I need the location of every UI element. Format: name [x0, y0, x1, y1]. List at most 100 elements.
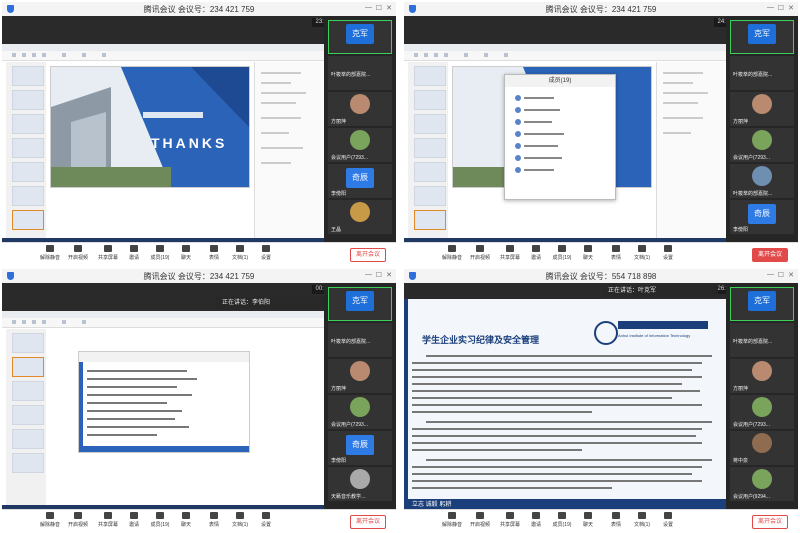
- participant-tile[interactable]: 克军: [328, 20, 392, 54]
- leave-meeting-button[interactable]: 离开会议: [350, 248, 386, 262]
- settings-button[interactable]: 设置: [656, 245, 680, 264]
- unmute-button[interactable]: 解除静音: [440, 245, 464, 264]
- camera-off-icon: [74, 245, 82, 252]
- speaking-indicator: 正在讲话：李伯阳: [216, 297, 332, 309]
- participant-tile[interactable]: 叶筱萃的部嘉院...: [328, 323, 392, 357]
- documents-button[interactable]: 文档(1): [630, 245, 654, 264]
- settings-button[interactable]: 设置: [254, 512, 278, 531]
- participant-name: 天籁音乐教学...: [331, 494, 366, 500]
- chat-button[interactable]: 聊天: [576, 512, 600, 531]
- start-video-button[interactable]: 开启视频: [468, 512, 492, 531]
- invite-button[interactable]: 邀请: [524, 245, 548, 264]
- settings-button[interactable]: 设置: [254, 245, 278, 264]
- unmute-button[interactable]: 解除静音: [38, 245, 62, 264]
- participant-tile[interactable]: 会议用户(7293...: [730, 128, 794, 162]
- start-video-button[interactable]: 开启视频: [468, 245, 492, 264]
- participant-tile[interactable]: 蒋中泉: [730, 431, 794, 465]
- member-row[interactable]: [515, 167, 554, 175]
- close-icon[interactable]: ✕: [386, 271, 392, 279]
- member-row[interactable]: [515, 155, 562, 163]
- participant-tile[interactable]: 会议用户(7293...: [328, 395, 392, 429]
- emoji-button[interactable]: 表情: [604, 245, 628, 264]
- settings-button[interactable]: 设置: [656, 512, 680, 531]
- leave-meeting-button[interactable]: 离开会议: [752, 248, 788, 262]
- documents-button[interactable]: 文档(1): [630, 512, 654, 531]
- close-icon[interactable]: ✕: [386, 4, 392, 12]
- chat-button[interactable]: 聊天: [174, 245, 198, 264]
- share-screen-button[interactable]: 共享屏幕: [498, 512, 522, 531]
- member-row[interactable]: [515, 131, 564, 139]
- member-row[interactable]: [515, 107, 560, 115]
- participant-tile[interactable]: 奇辰 李傍阳: [328, 431, 392, 465]
- participant-tile[interactable]: 方丽萍: [730, 359, 794, 393]
- invite-button[interactable]: 邀请: [524, 512, 548, 531]
- maximize-icon[interactable]: ☐: [376, 4, 382, 12]
- participant-tile[interactable]: 克军: [328, 287, 392, 321]
- unmute-button[interactable]: 解除静音: [38, 512, 62, 531]
- participant-tile[interactable]: 方丽萍: [730, 92, 794, 126]
- participant-tile[interactable]: 会议用户(7293...: [730, 395, 794, 429]
- members-button[interactable]: 成员(19): [148, 512, 172, 531]
- member-row[interactable]: [515, 143, 558, 151]
- format-pane[interactable]: [254, 62, 323, 238]
- participant-tile[interactable]: 会议用户(9294...: [730, 467, 794, 501]
- leave-meeting-button[interactable]: 离开会议: [752, 515, 788, 529]
- format-pane[interactable]: [656, 62, 725, 238]
- emoji-button[interactable]: 表情: [604, 512, 628, 531]
- share-screen-button[interactable]: 共享屏幕: [96, 512, 120, 531]
- minimize-icon[interactable]: —: [365, 4, 372, 11]
- emoji-button[interactable]: 表情: [202, 245, 226, 264]
- invite-button[interactable]: 邀请: [122, 245, 146, 264]
- maximize-icon[interactable]: ☐: [376, 271, 382, 279]
- members-dialog[interactable]: 成员(19): [504, 74, 616, 200]
- chat-button[interactable]: 聊天: [576, 245, 600, 264]
- leave-meeting-button[interactable]: 离开会议: [350, 515, 386, 529]
- participant-tile[interactable]: 克军: [730, 287, 794, 321]
- maximize-icon[interactable]: ☐: [778, 271, 784, 279]
- participant-tile[interactable]: 方丽萍: [328, 359, 392, 393]
- participant-tile[interactable]: 叶筱萃的部嘉院...: [328, 56, 392, 90]
- minimize-icon[interactable]: —: [365, 271, 372, 278]
- slide-thumbnails[interactable]: [408, 62, 448, 238]
- documents-button[interactable]: 文档(1): [228, 245, 252, 264]
- participant-tile[interactable]: 叶筱萃的部嘉院...: [730, 56, 794, 90]
- members-button[interactable]: 成员(19): [148, 245, 172, 264]
- maximize-icon[interactable]: ☐: [778, 4, 784, 12]
- members-button[interactable]: 成员(19): [550, 512, 574, 531]
- participant-name: 李傍阳: [331, 458, 347, 464]
- close-icon[interactable]: ✕: [788, 4, 794, 12]
- participant-tile[interactable]: 王晶: [328, 200, 392, 234]
- share-screen-button[interactable]: 共享屏幕: [498, 245, 522, 264]
- participant-tile[interactable]: 克军: [730, 20, 794, 54]
- screen-share-icon: [506, 512, 514, 519]
- school-name-en: Anhui Institute of Information Technolog…: [618, 333, 691, 338]
- share-screen-button[interactable]: 共享屏幕: [96, 245, 120, 264]
- mic-muted-icon: [46, 245, 54, 252]
- participant-list: 克军 叶筱萃的部嘉院... 方丽萍 会议用户(7293... 叶筱萃的部嘉院..…: [726, 16, 798, 242]
- close-icon[interactable]: ✕: [788, 271, 794, 279]
- participant-tile[interactable]: 方丽萍: [328, 92, 392, 126]
- slide-thumbnails[interactable]: [6, 62, 46, 238]
- chat-button[interactable]: 聊天: [174, 512, 198, 531]
- minimize-icon[interactable]: —: [767, 271, 774, 278]
- participant-tile[interactable]: 天籁音乐教学...: [328, 467, 392, 501]
- participant-name: 会议用户(7293...: [733, 155, 770, 161]
- start-video-button[interactable]: 开启视频: [66, 512, 90, 531]
- participant-tile[interactable]: 叶筱萃的部嘉院...: [730, 323, 794, 357]
- documents-button[interactable]: 文档(1): [228, 512, 252, 531]
- start-video-button[interactable]: 开启视频: [66, 245, 90, 264]
- members-button[interactable]: 成员(19): [550, 245, 574, 264]
- emoji-button[interactable]: 表情: [202, 512, 226, 531]
- window-title: 腾讯会议 会议号：554 718 898: [545, 272, 657, 281]
- minimize-icon[interactable]: —: [767, 4, 774, 11]
- member-row[interactable]: [515, 95, 554, 103]
- invite-button[interactable]: 邀请: [122, 512, 146, 531]
- participant-tile[interactable]: 叶筱萃的部嘉院...: [730, 164, 794, 198]
- unmute-button[interactable]: 解除静音: [440, 512, 464, 531]
- participant-tile[interactable]: 奇辰 李傍阳: [730, 200, 794, 234]
- participant-tile[interactable]: 会议用户(7293...: [328, 128, 392, 162]
- meeting-window-3: 腾讯会议 会议号：234 421 759 — ☐ ✕ 00:19 正在讲话：李伯…: [2, 269, 396, 531]
- slide-thumbnails[interactable]: [6, 329, 46, 505]
- member-row[interactable]: [515, 119, 552, 127]
- participant-tile[interactable]: 奇辰 李傍阳: [328, 164, 392, 198]
